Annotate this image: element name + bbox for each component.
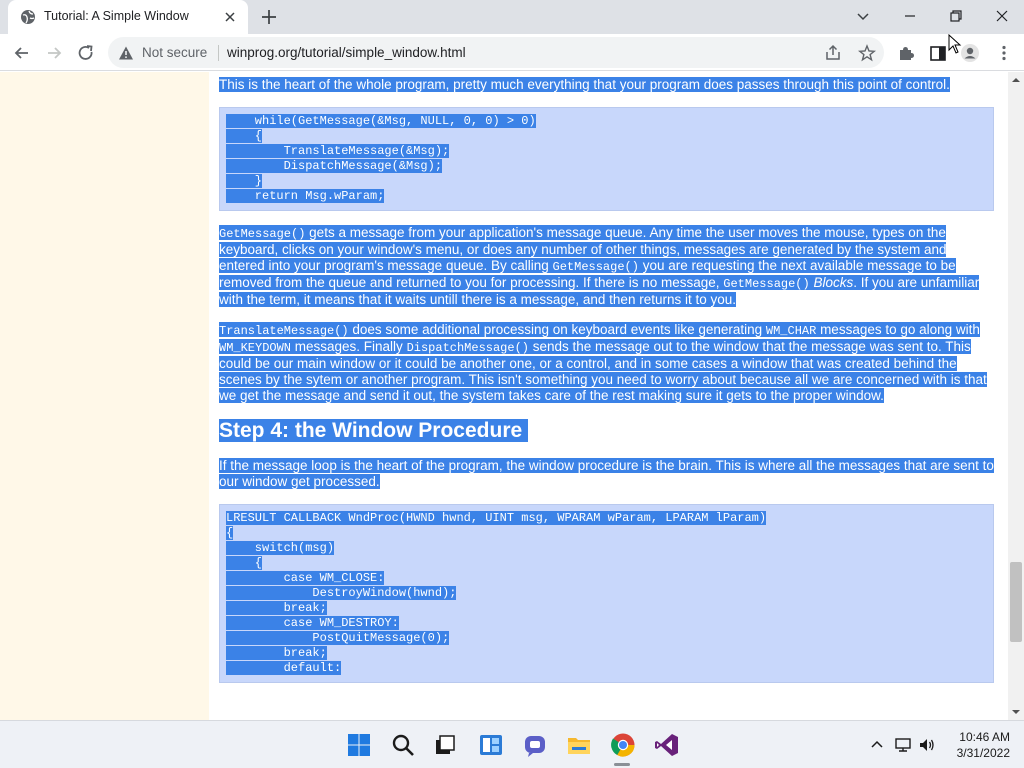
step4-heading: Step 4: the Window Procedure	[219, 418, 994, 444]
code-line: TranslateMessage(&Msg);	[226, 144, 450, 158]
close-tab-icon[interactable]	[222, 9, 238, 25]
new-tab-icon[interactable]	[260, 8, 278, 26]
teams-chat-icon[interactable]	[522, 732, 548, 758]
clock-date[interactable]: 3/31/2022	[950, 746, 1010, 760]
code-line: while(GetMessage(&Msg, NULL, 0, 0) > 0)	[226, 114, 536, 128]
code-line: }	[226, 174, 263, 188]
left-sidebar	[0, 72, 209, 720]
chrome-icon[interactable]	[610, 732, 636, 758]
tab-strip: Tutorial: A Simple Window	[0, 0, 1024, 34]
warning-triangle-icon[interactable]	[118, 45, 134, 61]
code-line: PostQuitMessage(0);	[226, 631, 450, 645]
visual-studio-icon[interactable]	[654, 732, 680, 758]
task-view-icon[interactable]	[432, 732, 458, 758]
tab-search-chevron-icon[interactable]	[854, 8, 872, 26]
side-panel-icon[interactable]	[928, 43, 948, 63]
file-explorer-icon[interactable]	[566, 732, 592, 758]
volume-icon[interactable]	[918, 736, 936, 754]
mouse-cursor-icon	[948, 34, 962, 54]
url-text[interactable]: winprog.org/tutorial/simple_window.html	[227, 45, 466, 60]
forward-arrow-icon[interactable]	[44, 43, 64, 63]
back-arrow-icon[interactable]	[12, 43, 32, 63]
wndproc-code-block: LRESULT CALLBACK WndProc(HWND hwnd, UINT…	[219, 504, 994, 683]
address-bar[interactable]: Not secure winprog.org/tutorial/simple_w…	[108, 37, 884, 68]
message-loop-code-pre: while(GetMessage(&Msg, NULL, 0, 0) > 0) …	[226, 114, 987, 204]
browser-tab[interactable]: Tutorial: A Simple Window	[8, 0, 248, 34]
close-window-icon[interactable]	[992, 6, 1012, 26]
code-line: DestroyWindow(hwnd);	[226, 586, 457, 600]
start-icon[interactable]	[346, 732, 372, 758]
chrome-active-indicator	[614, 763, 630, 766]
omnibox-divider	[218, 45, 219, 61]
kebab-menu-icon[interactable]	[994, 43, 1014, 63]
tab-title: Tutorial: A Simple Window	[44, 9, 189, 23]
not-secure-label[interactable]: Not secure	[142, 45, 207, 60]
code-line: {	[226, 526, 234, 540]
code-line: {	[226, 129, 263, 143]
reload-icon[interactable]	[76, 43, 96, 63]
windows-taskbar: 10:46 AM 3/31/2022	[0, 720, 1024, 768]
vertical-scrollbar[interactable]	[1008, 72, 1024, 720]
extensions-puzzle-icon[interactable]	[896, 43, 916, 63]
network-icon[interactable]	[894, 736, 912, 754]
step4-intro-paragraph: If the message loop is the heart of the …	[219, 458, 994, 489]
code-line: {	[226, 556, 263, 570]
bookmark-star-icon[interactable]	[858, 44, 876, 62]
scroll-down-arrow-icon[interactable]	[1012, 708, 1020, 716]
code-line: case WM_CLOSE:	[226, 571, 385, 585]
code-line: break;	[226, 601, 327, 615]
code-line: break;	[226, 646, 327, 660]
share-icon[interactable]	[824, 44, 842, 62]
message-loop-code-block: while(GetMessage(&Msg, NULL, 0, 0) > 0) …	[219, 107, 994, 211]
code-line: case WM_DESTROY:	[226, 616, 399, 630]
globe-icon	[21, 10, 35, 24]
browser-toolbar: Not secure winprog.org/tutorial/simple_w…	[0, 34, 1024, 71]
profile-avatar-icon[interactable]	[960, 43, 980, 63]
intro-paragraph: This is the heart of the whole program, …	[219, 77, 950, 92]
scrollbar-thumb[interactable]	[1010, 562, 1022, 642]
code-line: LRESULT CALLBACK WndProc(HWND hwnd, UINT…	[226, 511, 767, 525]
minimize-icon[interactable]	[900, 6, 920, 26]
code-line: return Msg.wParam;	[226, 189, 385, 203]
clock-time[interactable]: 10:46 AM	[950, 730, 1010, 744]
code-line: default:	[226, 661, 342, 675]
scroll-up-arrow-icon[interactable]	[1012, 76, 1020, 84]
code-line: switch(msg)	[226, 541, 335, 555]
tutorial-content: This is the heart of the whole program, …	[219, 77, 994, 697]
getmessage-paragraph: GetMessage() gets a message from your ap…	[219, 225, 980, 307]
restore-icon[interactable]	[946, 6, 966, 26]
chevron-up-icon[interactable]	[868, 736, 886, 754]
page-viewport: This is the heart of the whole program, …	[0, 72, 1008, 720]
code-line: DispatchMessage(&Msg);	[226, 159, 443, 173]
widgets-icon[interactable]	[478, 732, 504, 758]
search-icon[interactable]	[390, 732, 416, 758]
translatemessage-paragraph: TranslateMessage() does some additional …	[219, 322, 987, 403]
wndproc-code-pre: LRESULT CALLBACK WndProc(HWND hwnd, UINT…	[226, 511, 987, 676]
